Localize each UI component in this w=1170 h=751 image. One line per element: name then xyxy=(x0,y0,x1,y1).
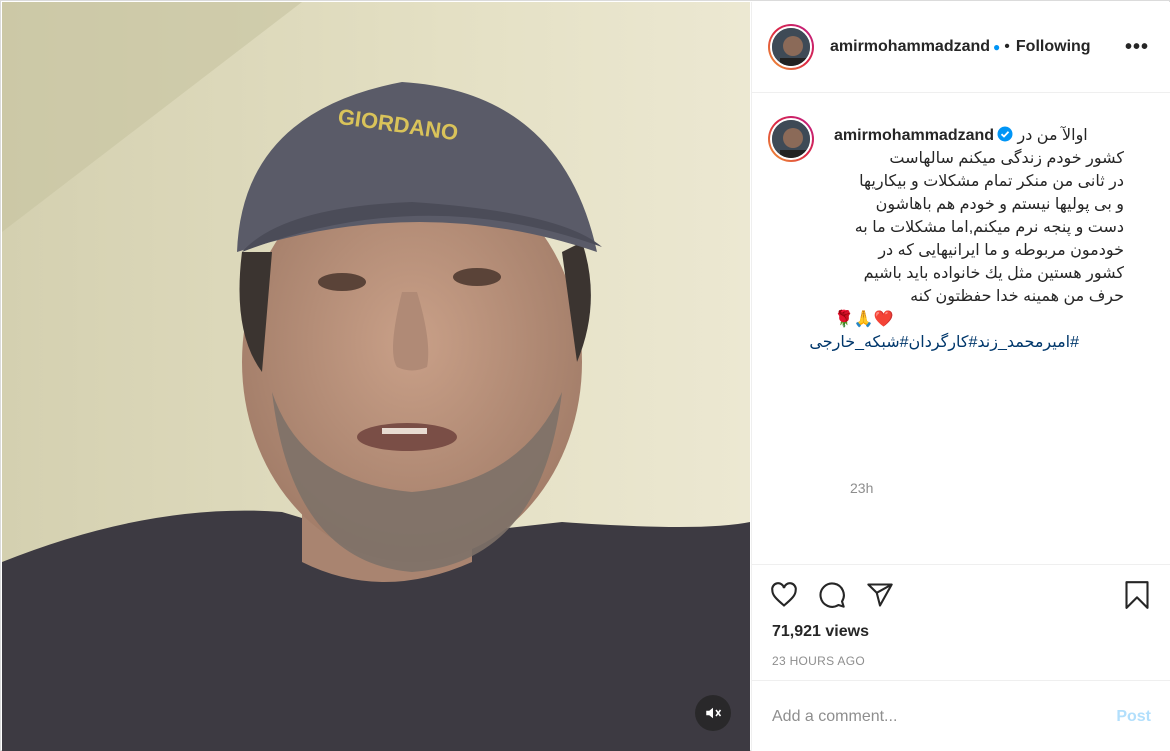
post-sidebar: amirmohammadzand ● • Following ••• amirm… xyxy=(751,2,1170,751)
caption-emojis: 🌹🙏❤️ xyxy=(834,311,894,328)
caption-body: amirmohammadzand اوالآ من در کشور خودم ز… xyxy=(809,124,1154,354)
video-frame-image: GIORDANO xyxy=(2,2,750,751)
bookmark-icon xyxy=(1125,581,1149,609)
post-timestamp[interactable]: 23 HOURS AGO xyxy=(772,654,865,668)
caption-line: و بی پولیها نیستم و خودم هم باهاشون xyxy=(875,196,1124,213)
speaker-muted-icon xyxy=(706,707,722,719)
comment-input[interactable] xyxy=(772,707,1117,726)
following-button[interactable]: Following xyxy=(1016,38,1091,56)
caption-line: اوالآ من در xyxy=(1017,127,1088,144)
post-video[interactable]: GIORDANO xyxy=(2,2,750,751)
comment-form: Post xyxy=(752,680,1170,751)
hashtag-links[interactable]: #امیرمحمد_زند#کارگردان#شبکه_خارجی xyxy=(809,331,1079,354)
caption-avatar[interactable] xyxy=(768,116,814,162)
caption-line: خودمون مربوطه و ما ایرانیهایی که در xyxy=(878,242,1124,259)
share-button[interactable] xyxy=(864,579,896,611)
mute-toggle-button[interactable] xyxy=(695,695,731,731)
post-modal: GIORDANO amirmohammadzand ● • Following … xyxy=(0,0,1170,751)
comment-icon xyxy=(819,582,845,608)
verified-badge-icon xyxy=(997,126,1013,142)
like-button[interactable] xyxy=(768,579,800,611)
post-header: amirmohammadzand ● • Following ••• xyxy=(752,2,1170,93)
caption-line: در ثانی من منکر تمام مشکلات و بیکاریها xyxy=(859,173,1124,190)
caption-line: دست و پنجه نرم میکنم,اما مشکلات ما به xyxy=(854,219,1124,236)
comment-button[interactable] xyxy=(816,579,848,611)
caption-line: کشور هستین مثل یك خانواده باید باشیم xyxy=(863,265,1124,282)
separator-dot: • xyxy=(1004,38,1010,55)
header-username-link[interactable]: amirmohammadzand xyxy=(830,38,990,56)
caption-username-link[interactable]: amirmohammadzand xyxy=(834,127,994,144)
avatar[interactable] xyxy=(768,24,814,70)
caption-text: کشور خودم زندگی میکنم سالهاست در ثانی من… xyxy=(834,147,1124,308)
verified-badge-icon: ● xyxy=(993,40,1001,54)
post-comment-button[interactable]: Post xyxy=(1116,708,1151,726)
caption-line: حرف من همینه خدا حفظتون کنه xyxy=(910,288,1124,305)
views-count[interactable]: 71,921 views xyxy=(772,623,869,641)
more-options-icon[interactable]: ••• xyxy=(1125,36,1149,59)
save-button[interactable] xyxy=(1121,579,1153,611)
share-icon xyxy=(867,583,893,607)
caption-line: کشور خودم زندگی میکنم سالهاست xyxy=(889,150,1124,167)
caption-timestamp: 23h xyxy=(850,480,874,496)
post-actions: 71,921 views 23 HOURS AGO Post xyxy=(752,564,1170,751)
heart-icon xyxy=(771,582,797,607)
